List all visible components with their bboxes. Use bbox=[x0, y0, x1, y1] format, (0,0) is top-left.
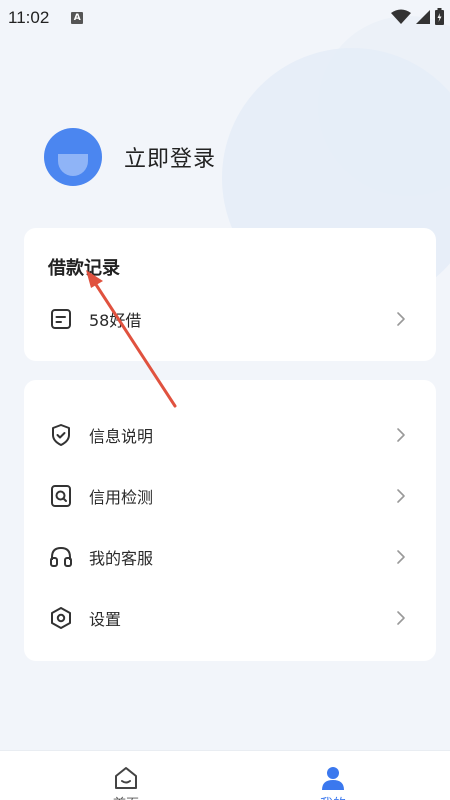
home-icon bbox=[115, 767, 137, 789]
chevron-right-icon bbox=[397, 428, 405, 442]
tab-label: 首页 bbox=[66, 793, 186, 800]
chevron-right-icon bbox=[397, 550, 405, 564]
menu-item-info[interactable]: 信息说明 bbox=[24, 411, 436, 459]
battery-icon bbox=[435, 8, 444, 25]
tab-home[interactable]: 首页 bbox=[66, 751, 186, 800]
login-label: 立即登录 bbox=[124, 147, 217, 172]
settings-hexagon-icon bbox=[51, 607, 71, 629]
loan-records-card: 借款记录 58好借 bbox=[24, 228, 436, 361]
avatar bbox=[44, 128, 102, 186]
menu-item-customer-service[interactable]: 我的客服 bbox=[24, 533, 436, 581]
loan-records-title: 借款记录 bbox=[48, 258, 120, 279]
menu-item-label: 我的客服 bbox=[89, 549, 154, 568]
menu-item-label: 信用检测 bbox=[89, 488, 154, 507]
menu-item-settings[interactable]: 设置 bbox=[24, 594, 436, 642]
loan-record-label: 58好借 bbox=[89, 311, 142, 330]
menu-card: 信息说明 信用检测 我的客服 设置 bbox=[24, 380, 436, 661]
tab-label: 我的 bbox=[273, 793, 393, 800]
wifi-icon bbox=[391, 9, 411, 24]
login-entry[interactable]: 立即登录 bbox=[44, 128, 216, 186]
status-time: 11:02 bbox=[8, 8, 50, 27]
shield-check-icon bbox=[52, 424, 70, 446]
chevron-right-icon bbox=[397, 312, 405, 326]
headphones-icon bbox=[50, 546, 72, 567]
bottom-tab-bar: 首页 我的 bbox=[0, 750, 450, 800]
chevron-right-icon bbox=[397, 489, 405, 503]
menu-item-label: 信息说明 bbox=[89, 427, 154, 446]
notification-badge: A bbox=[71, 12, 84, 24]
menu-item-label: 设置 bbox=[89, 610, 122, 629]
menu-item-credit-check[interactable]: 信用检测 bbox=[24, 472, 436, 520]
document-icon bbox=[51, 309, 71, 329]
search-document-icon bbox=[51, 485, 71, 507]
user-icon bbox=[322, 767, 344, 790]
screen: 11:02 A 立即登录 借款记录 58好借 信息说明 信用检测 我的客服 设置 bbox=[0, 0, 450, 800]
status-icons bbox=[391, 8, 444, 25]
cellular-signal-icon bbox=[416, 9, 430, 24]
status-bar: 11:02 A bbox=[0, 0, 450, 36]
loan-record-item-58haojie[interactable]: 58好借 bbox=[24, 295, 436, 343]
chevron-right-icon bbox=[397, 611, 405, 625]
avatar-face bbox=[58, 154, 88, 176]
tab-mine[interactable]: 我的 bbox=[273, 751, 393, 800]
